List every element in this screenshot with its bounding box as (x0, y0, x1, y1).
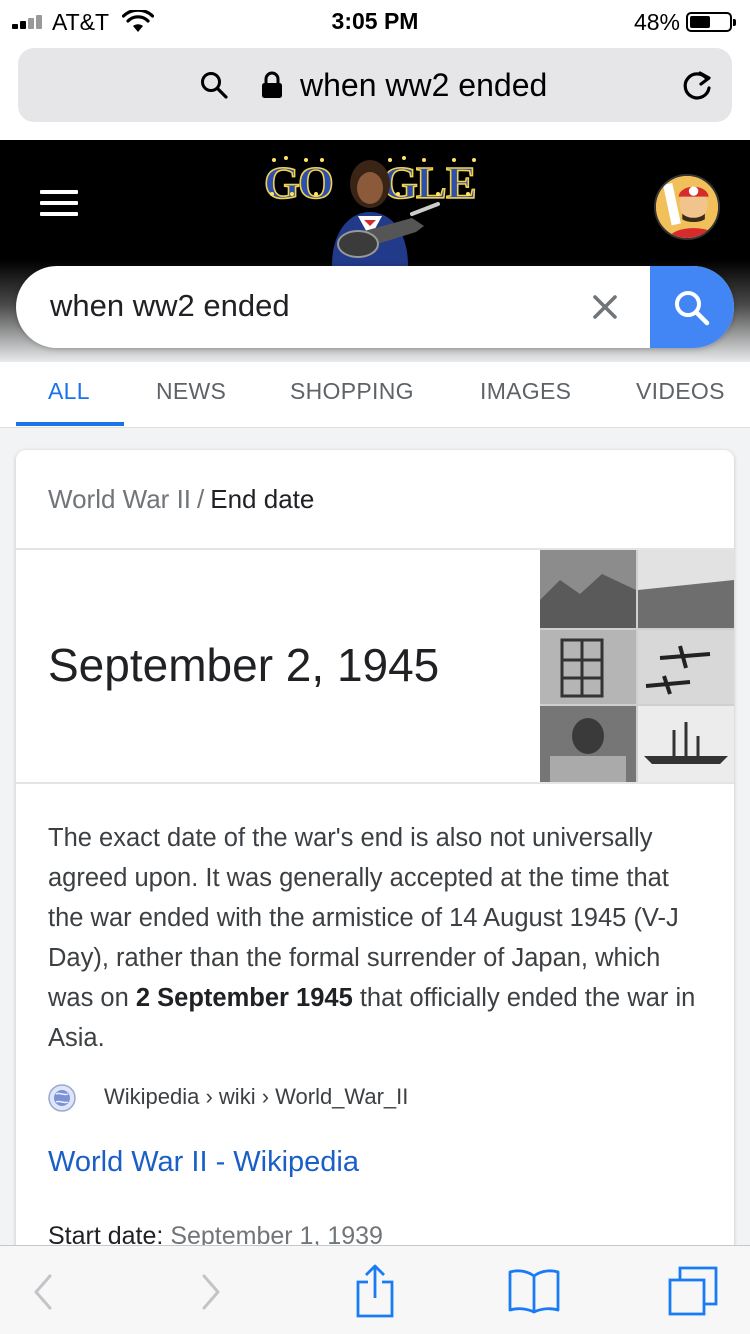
svg-text:E: E (446, 157, 477, 208)
answer-text: September 2, 1945 (48, 639, 440, 691)
ww2-photo-collage[interactable] (540, 550, 734, 782)
lock-icon (262, 71, 282, 98)
menu-icon[interactable] (40, 190, 78, 216)
search-tabs: ALL NEWS SHOPPING IMAGES VIDEOS (0, 362, 750, 428)
divider (16, 782, 734, 784)
browser-address-area: when ww2 ended (0, 42, 750, 140)
search-button[interactable] (650, 266, 734, 348)
search-icon (675, 291, 710, 326)
safari-toolbar (0, 1245, 750, 1334)
tab-all[interactable]: ALL (48, 378, 90, 405)
back-icon[interactable] (30, 1272, 56, 1312)
svg-text:L: L (416, 157, 447, 208)
battery-icon (686, 12, 736, 32)
active-tab-indicator (16, 422, 124, 426)
answer-card: World War II / End date September 2, 1945 … (16, 450, 734, 1334)
google-doodle-logo[interactable]: GO GL E (262, 148, 488, 266)
svg-text:O: O (298, 157, 334, 208)
share-icon[interactable] (354, 1262, 396, 1318)
reload-icon[interactable] (680, 69, 714, 103)
bookmarks-icon[interactable] (506, 1266, 562, 1314)
breadcrumb-parent[interactable]: World War II (48, 484, 191, 514)
tab-shopping[interactable]: SHOPPING (290, 378, 414, 405)
avatar[interactable] (654, 174, 720, 240)
address-bar[interactable]: when ww2 ended (18, 48, 732, 122)
battery-percent: 48% (633, 9, 680, 35)
search-input[interactable] (50, 284, 570, 328)
result-link[interactable]: World War II - Wikipedia (48, 1146, 359, 1179)
forward-icon[interactable] (198, 1272, 224, 1312)
highlighted-date: 2 September 1945 (135, 984, 353, 1012)
globe-icon (48, 1084, 76, 1112)
breadcrumb-separator: / (197, 484, 205, 514)
breadcrumb-current: End date (210, 484, 315, 514)
source-path: Wikipedia › wiki › World_War_II (104, 1084, 409, 1109)
svg-text:G: G (264, 157, 300, 208)
tab-images[interactable]: IMAGES (480, 378, 571, 405)
tab-videos[interactable]: VIDEOS (636, 378, 725, 405)
clear-icon[interactable] (586, 288, 624, 326)
search-icon (201, 72, 228, 99)
answer-description: The exact date of the war's end is also … (48, 824, 696, 1052)
breadcrumb: World War II / End date (48, 484, 314, 515)
url-text: when ww2 ended (300, 67, 548, 103)
search-box (16, 266, 734, 348)
tab-news[interactable]: NEWS (156, 378, 226, 405)
tabs-icon[interactable] (666, 1264, 720, 1318)
status-bar: AT&T 3:05 PM 48% (0, 0, 750, 42)
